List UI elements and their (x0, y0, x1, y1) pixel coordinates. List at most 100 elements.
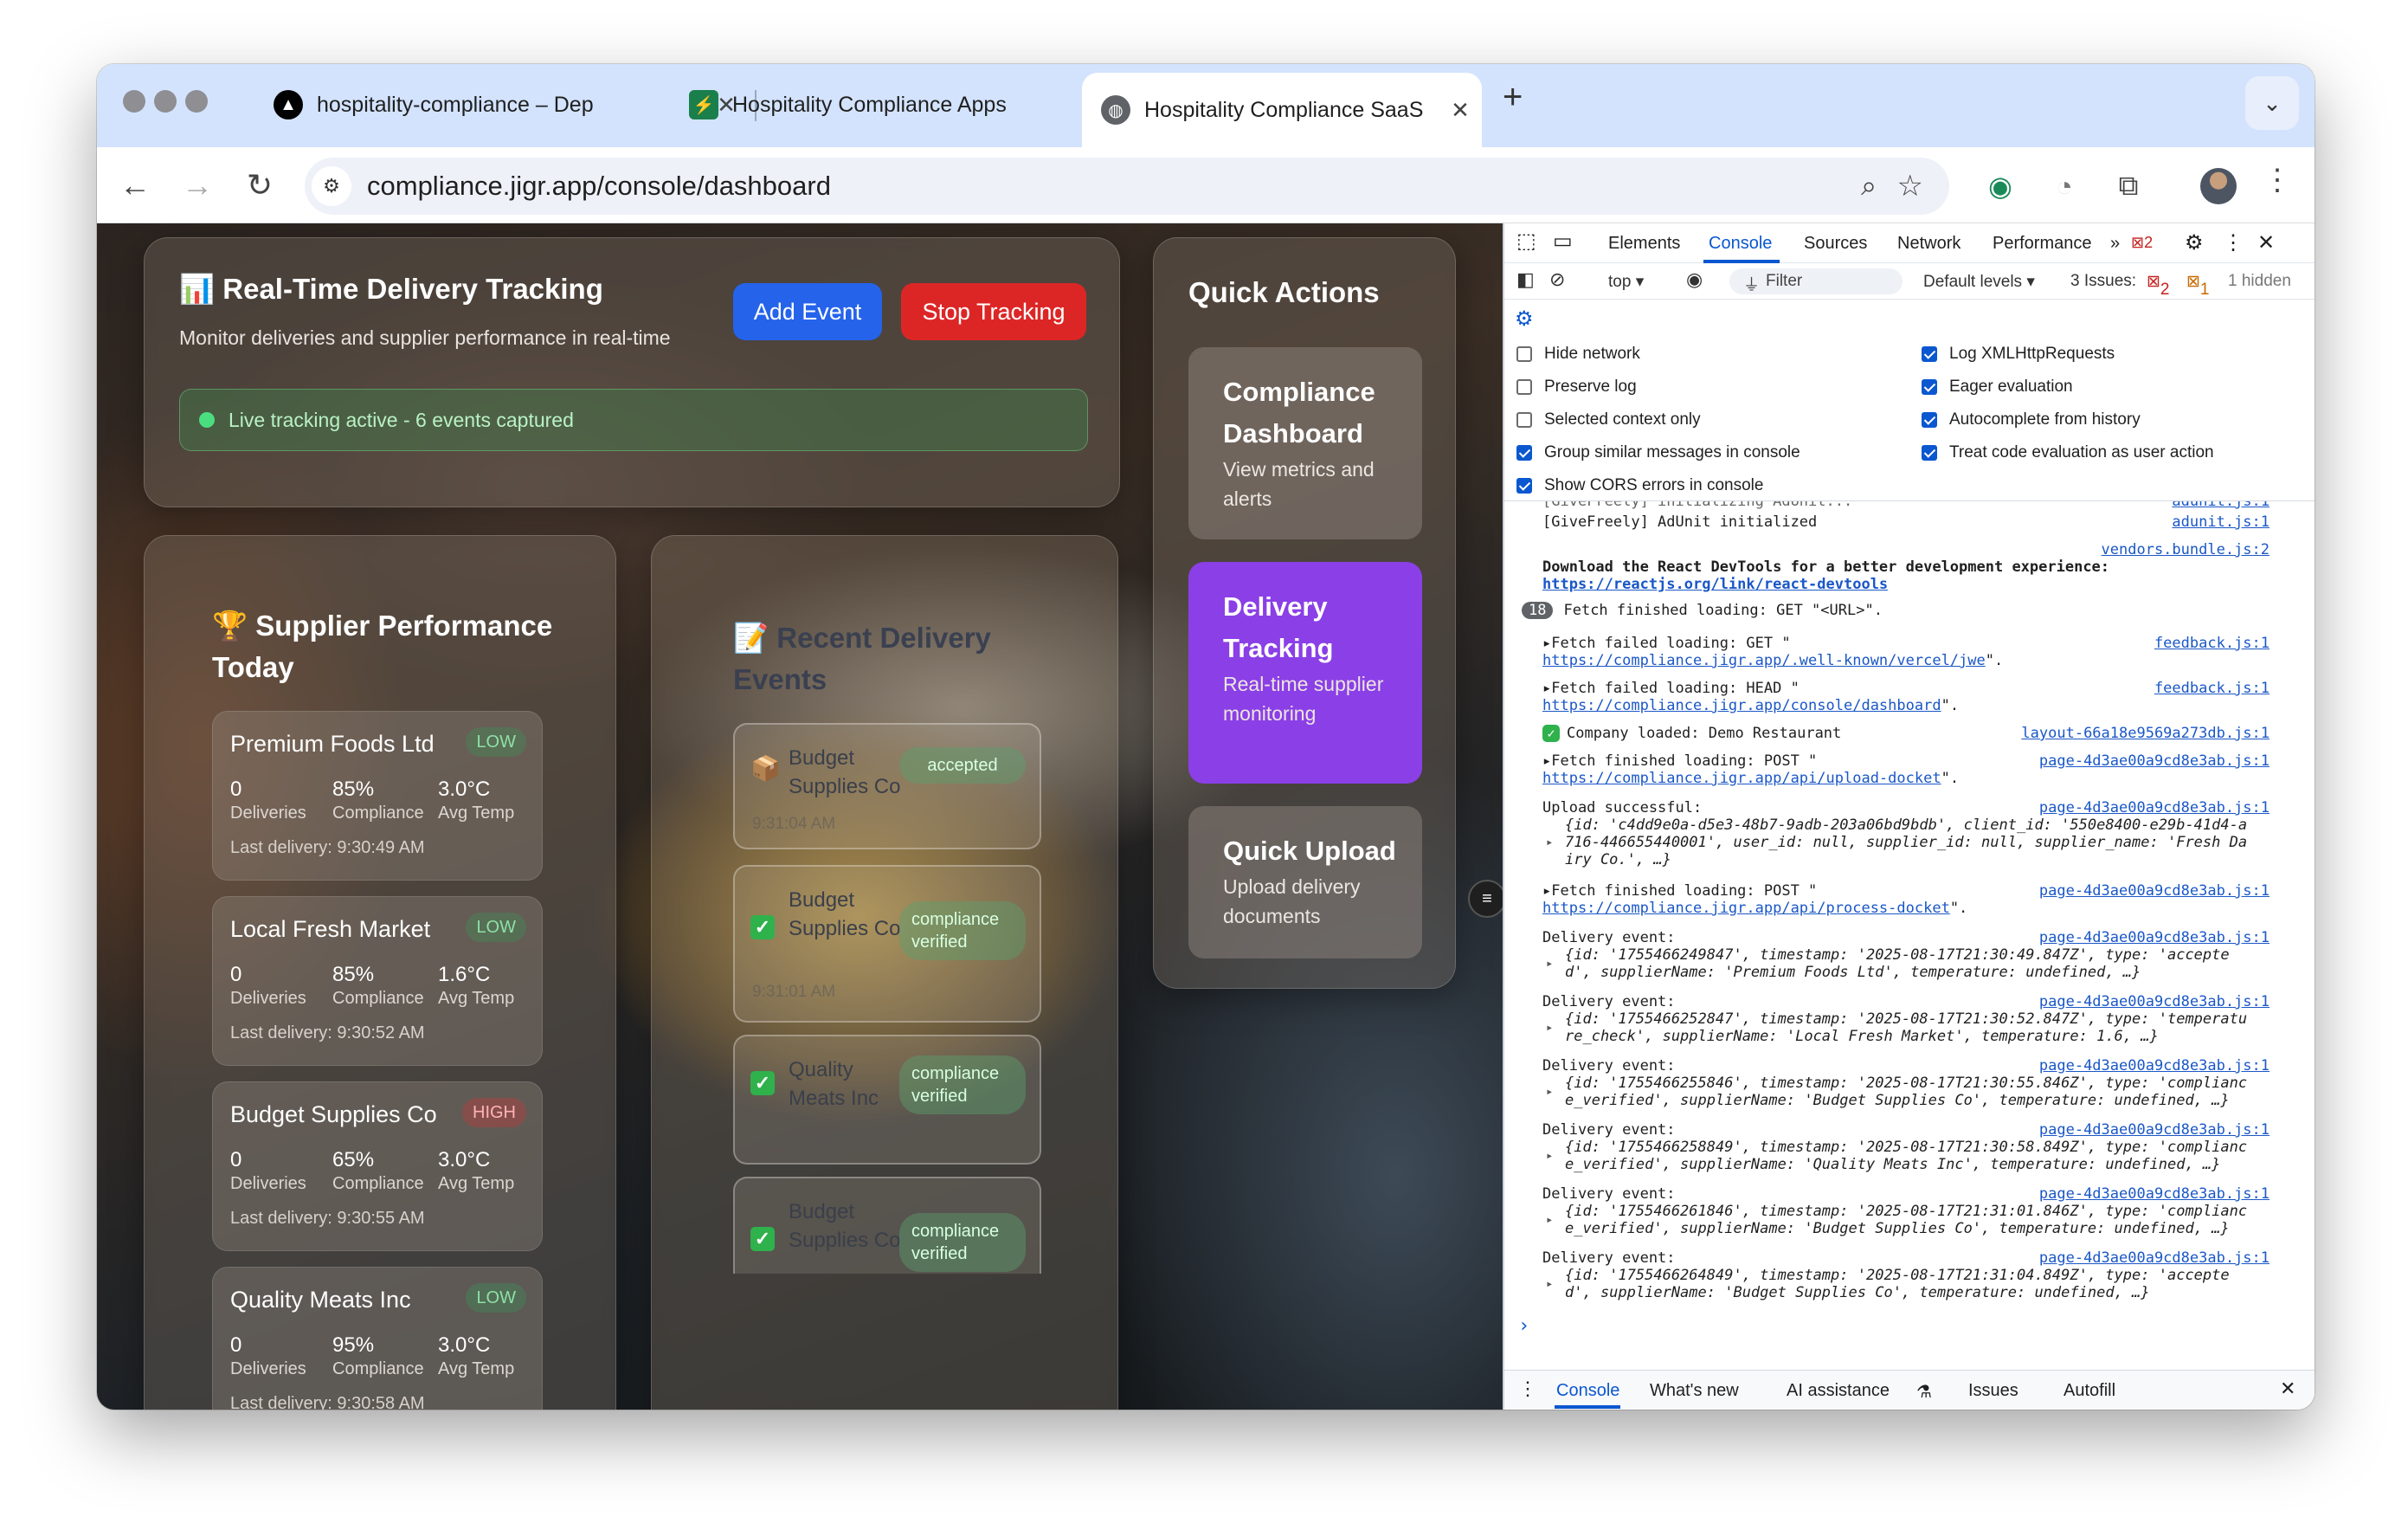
log-object[interactable]: e_verified', supplierName: 'Budget Suppl… (1565, 1092, 2230, 1109)
log-source[interactable]: adunit.js:1 (2172, 513, 2270, 531)
log-link[interactable]: https://compliance.jigr.app/api/process-… (1542, 900, 1950, 917)
setting-autocomplete[interactable]: Autocomplete from history (1922, 410, 2141, 429)
event-card[interactable]: ✓ Budget Supplies Co 9:31:01 AM complian… (733, 865, 1041, 1023)
drawer-tab-console[interactable]: Console (1556, 1381, 1619, 1401)
event-card[interactable]: ✓ Quality Meats Inc 9:30:58 AM complianc… (733, 1035, 1041, 1165)
log-object[interactable]: {id: '1755466249847', timestamp: '2025-0… (1565, 946, 2230, 964)
back-icon[interactable]: ← (114, 165, 156, 206)
sidebar-toggle-icon[interactable]: ◧ (1516, 268, 1535, 291)
setting-log-xhr[interactable]: Log XMLHttpRequests (1922, 345, 2115, 364)
avatar[interactable] (2200, 168, 2237, 204)
checkbox[interactable] (1516, 412, 1532, 428)
log-object[interactable]: {id: '1755466255846', timestamp: '2025-0… (1565, 1075, 2247, 1092)
drawer-tab-autofill[interactable]: Autofill (2064, 1381, 2115, 1401)
expand-triangle-icon[interactable]: ▸ (1546, 957, 1553, 971)
log-source[interactable]: layout-66a18e9569a273db.js:1 (2021, 725, 2270, 742)
log-object[interactable]: d', supplierName: 'Budget Supplies Co', … (1565, 1284, 2150, 1301)
event-card[interactable]: 📦 Budget Supplies Co 9:31:04 AM accepted (733, 723, 1041, 849)
close-drawer-icon[interactable]: ✕ (2280, 1378, 2295, 1400)
drawer-tab-issues[interactable]: Issues (1968, 1381, 2018, 1401)
log-source[interactable]: page-4d3ae00a9cd8e3ab.js:1 (2039, 882, 2270, 900)
log-object[interactable]: d', supplierName: 'Premium Foods Ltd', t… (1565, 964, 2141, 981)
tab-elements[interactable]: Elements (1608, 234, 1680, 254)
error-count-badge[interactable]: ⊠2 (2131, 234, 2153, 252)
tab-console[interactable]: Console (1709, 234, 1772, 254)
checkbox[interactable] (1922, 445, 1937, 461)
more-tabs-icon[interactable]: » (2110, 234, 2120, 254)
forward-icon[interactable]: → (177, 165, 218, 206)
grammarly-icon[interactable]: ◉ (1980, 166, 2020, 206)
supplier-card[interactable]: Premium Foods Ltd LOW 0 85% 3.0°C Delive… (212, 711, 543, 881)
stop-tracking-button[interactable]: Stop Tracking (901, 283, 1086, 340)
log-object[interactable]: {id: '1755466261846', timestamp: '2025-0… (1565, 1203, 2247, 1220)
reload-icon[interactable]: ↻ (239, 165, 280, 206)
event-card[interactable]: ✓ Budget Supplies Co compliance verified (733, 1177, 1041, 1274)
log-link[interactable]: https://compliance.jigr.app/console/dash… (1542, 697, 1941, 714)
log-source[interactable]: vendors.bundle.js:2 (2102, 541, 2270, 558)
filter-input[interactable]: ⏚ Filter (1729, 268, 1903, 294)
inspect-icon[interactable]: ⬚ (1516, 229, 1536, 254)
supplier-card[interactable]: Local Fresh Market LOW 0 85% 1.6°C Deliv… (212, 896, 543, 1066)
log-object[interactable]: {id: '1755466258849', timestamp: '2025-0… (1565, 1139, 2247, 1156)
log-source[interactable]: page-4d3ae00a9cd8e3ab.js:1 (2039, 993, 2270, 1010)
log-source[interactable]: page-4d3ae00a9cd8e3ab.js:1 (2039, 1121, 2270, 1139)
log-object[interactable]: {id: 'c4dd9e0a-d5e3-48b7-9adb-203a06bd9b… (1565, 816, 2247, 834)
setting-preserve-log[interactable]: Preserve log (1516, 378, 1637, 397)
maximize-window-button[interactable] (185, 90, 208, 113)
extensions-icon[interactable]: ⧉ (2109, 166, 2148, 206)
chevron-down-icon[interactable]: ⌄ (2245, 76, 2299, 130)
log-line[interactable]: ▸Fetch failed loading: GET " (1542, 635, 1791, 652)
tab-sources[interactable]: Sources (1804, 234, 1867, 254)
log-line[interactable]: ▸Fetch finished loading: POST " (1542, 752, 1817, 770)
expand-triangle-icon[interactable]: ▸ (1546, 1085, 1553, 1099)
floating-widget-icon[interactable]: ≡ (1468, 880, 1503, 918)
log-link[interactable]: https://reactjs.org/link/react-devtools (1542, 576, 1888, 593)
drawer-menu-icon[interactable]: ⋮ (1518, 1378, 1537, 1400)
new-tab-button[interactable]: + (1503, 78, 1523, 117)
extension-loading-icon[interactable]: ◔ (2044, 166, 2084, 206)
setting-cors-errors[interactable]: Show CORS errors in console (1516, 476, 1763, 495)
log-source[interactable]: feedback.js:1 (2154, 635, 2270, 652)
close-icon[interactable]: ✕ (2257, 230, 2275, 255)
log-source[interactable]: page-4d3ae00a9cd8e3ab.js:1 (2039, 1185, 2270, 1203)
expand-triangle-icon[interactable]: ▸ (1546, 1213, 1553, 1227)
log-object[interactable]: e_verified', supplierName: 'Budget Suppl… (1565, 1220, 2230, 1237)
log-source[interactable]: adunit.js:1 (2172, 501, 2270, 510)
log-source[interactable]: feedback.js:1 (2154, 680, 2270, 697)
console-settings-icon[interactable]: ⚙ (1515, 307, 1534, 332)
log-source[interactable]: page-4d3ae00a9cd8e3ab.js:1 (2039, 752, 2270, 770)
eye-icon[interactable]: ◉ (1686, 268, 1703, 291)
checkbox[interactable] (1922, 412, 1937, 428)
setting-treat-user-action[interactable]: Treat code evaluation as user action (1922, 443, 2214, 462)
log-object[interactable]: e_verified', supplierName: 'Quality Meat… (1565, 1156, 2220, 1173)
site-info-icon[interactable]: ⚙ (312, 166, 351, 206)
close-window-button[interactable] (123, 90, 145, 113)
expand-triangle-icon[interactable]: ▸ (1546, 1149, 1553, 1163)
log-object[interactable]: iry Co.', …} (1565, 851, 1671, 868)
address-bar[interactable]: ⚙ compliance.jigr.app/console/dashboard … (305, 158, 1949, 215)
quick-action-compliance-dashboard[interactable]: Compliance Dashboard View metrics and al… (1188, 347, 1422, 539)
checkbox[interactable] (1516, 346, 1532, 362)
quick-action-quick-upload[interactable]: Quick Upload Upload delivery documents (1188, 806, 1422, 958)
add-event-button[interactable]: Add Event (733, 283, 882, 340)
levels-select[interactable]: Default levels ▾ (1923, 272, 2035, 292)
minimize-window-button[interactable] (154, 90, 177, 113)
expand-triangle-icon[interactable]: ▸ (1546, 1277, 1553, 1291)
log-source[interactable]: page-4d3ae00a9cd8e3ab.js:1 (2039, 1057, 2270, 1075)
bookmark-star-icon[interactable]: ☆ (1897, 169, 1923, 203)
tab-performance[interactable]: Performance (1993, 234, 2092, 254)
tab-compliance-saas[interactable]: ◍ Hospitality Compliance SaaS ✕ (1082, 73, 1482, 147)
setting-eager-eval[interactable]: Eager evaluation (1922, 378, 2073, 397)
issues-warnings[interactable]: ⊠ 1 (2186, 272, 2210, 299)
log-object[interactable]: 716-446655440001', user_id: null, suppli… (1565, 834, 2247, 851)
log-line[interactable]: ▸Fetch finished loading: POST " (1542, 882, 1817, 900)
issues-errors[interactable]: ⊠ 2 (2147, 272, 2170, 299)
log-object[interactable]: {id: '1755466264849', timestamp: '2025-0… (1565, 1267, 2230, 1284)
log-link[interactable]: https://compliance.jigr.app/api/upload-d… (1542, 770, 1941, 787)
log-source[interactable]: page-4d3ae00a9cd8e3ab.js:1 (2039, 1249, 2270, 1267)
devtools-menu-icon[interactable]: ⋮ (2223, 230, 2244, 255)
checkbox[interactable] (1516, 478, 1532, 494)
checkbox[interactable] (1516, 445, 1532, 461)
clear-console-icon[interactable]: ⊘ (1549, 268, 1565, 291)
drawer-tab-whats-new[interactable]: What's new (1650, 1381, 1739, 1401)
